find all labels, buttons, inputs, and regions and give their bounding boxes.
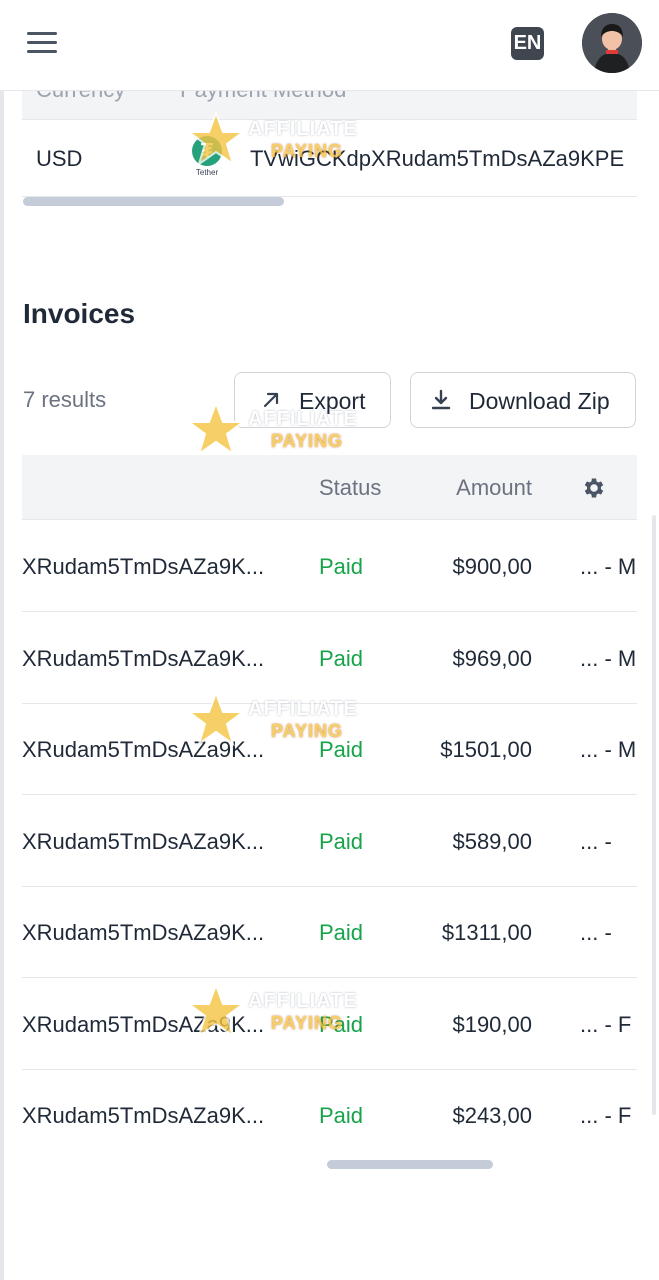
payment-methods-scrollbar[interactable]	[23, 197, 284, 206]
invoice-amount: $1311,00	[441, 920, 532, 945]
invoice-id: XRudam5TmDsAZa9K...	[22, 737, 265, 762]
invoice-date: ... -	[580, 829, 612, 854]
invoices-table-scrollbar[interactable]	[327, 1160, 493, 1169]
invoice-status: Paid	[319, 737, 364, 762]
invoices-table-header: Status Amount	[22, 455, 637, 520]
invoice-date: ... - M	[580, 737, 637, 762]
column-currency: Currency	[36, 91, 125, 103]
hamburger-menu-icon[interactable]	[27, 32, 57, 54]
results-count: 7 results	[23, 387, 107, 412]
column-status[interactable]: Status	[319, 475, 381, 501]
invoice-id: XRudam5TmDsAZa9K...	[22, 554, 265, 579]
table-row[interactable]: XRudam5TmDsAZa9K... Paid $969,00 ... - M	[22, 612, 637, 704]
payment-address: TVwiGCKdpXRudam5TmDsAZa9KPE	[250, 146, 625, 171]
invoice-status: Paid	[319, 1103, 364, 1128]
invoice-amount: $1501,00	[440, 737, 532, 762]
invoices-title: Invoices	[23, 298, 136, 329]
table-row[interactable]: XRudam5TmDsAZa9K... Paid $190,00 ... - F	[22, 978, 637, 1070]
tether-logo-text: Tether	[195, 168, 219, 177]
payment-method-row: USD ₮ Tether TVwiGCKdpXRudam5TmDsAZa9KPE	[22, 120, 637, 197]
download-icon	[431, 389, 451, 410]
page-scrollbar[interactable]	[652, 515, 656, 1115]
table-row[interactable]: XRudam5TmDsAZa9K... Paid $1311,00 ... -	[22, 886, 637, 978]
invoice-id: XRudam5TmDsAZa9K...	[22, 920, 265, 945]
invoice-id: XRudam5TmDsAZa9K...	[22, 829, 265, 854]
top-bar: EN	[0, 0, 659, 91]
export-button[interactable]: Export	[234, 372, 391, 428]
user-avatar-icon	[582, 13, 642, 73]
payment-methods-header: Currency Payment Method	[22, 91, 637, 120]
invoice-date: ... - F	[580, 1103, 632, 1128]
invoice-status: Paid	[319, 1012, 364, 1037]
invoice-amount: $900,00	[452, 554, 532, 579]
invoice-id: XRudam5TmDsAZa9K...	[22, 646, 265, 671]
column-amount[interactable]: Amount	[456, 475, 532, 501]
gear-icon[interactable]	[581, 475, 607, 501]
invoice-amount: $243,00	[452, 1103, 532, 1128]
invoice-status: Paid	[319, 829, 364, 854]
table-row[interactable]: XRudam5TmDsAZa9K... Paid $589,00 ... -	[22, 795, 637, 887]
invoice-id: XRudam5TmDsAZa9K...	[22, 1103, 265, 1128]
arrow-up-right-icon	[263, 392, 279, 408]
invoice-date: ... -	[580, 920, 612, 945]
download-zip-button[interactable]: Download Zip	[410, 372, 636, 428]
invoice-amount: $589,00	[452, 829, 532, 854]
invoice-amount: $190,00	[452, 1012, 532, 1037]
user-avatar[interactable]	[582, 13, 642, 73]
export-label: Export	[299, 388, 366, 414]
watermark-line2: PAYING	[271, 431, 344, 451]
invoice-date: ... - M	[580, 646, 637, 671]
invoices-table: Status Amount XRudam5TmDsAZa9K... Paid $…	[22, 455, 637, 1160]
invoice-status: Paid	[319, 554, 364, 579]
invoice-amount: $969,00	[452, 646, 532, 671]
column-payment-method: Payment Method	[180, 91, 346, 103]
tether-icon: ₮ Tether	[190, 136, 224, 184]
table-row[interactable]: XRudam5TmDsAZa9K... Paid $900,00 ... - M	[22, 520, 637, 612]
table-row[interactable]: XRudam5TmDsAZa9K... Paid $243,00 ... - F	[22, 1069, 637, 1160]
left-edge	[0, 0, 4, 1280]
invoice-date: ... - M	[580, 554, 637, 579]
download-zip-label: Download Zip	[469, 388, 610, 414]
invoice-status: Paid	[319, 646, 364, 671]
invoice-status: Paid	[319, 920, 364, 945]
invoice-id: XRudam5TmDsAZa9K...	[22, 1012, 265, 1037]
invoice-date: ... - F	[580, 1012, 632, 1037]
table-row[interactable]: XRudam5TmDsAZa9K... Paid $1501,00 ... - …	[22, 703, 637, 795]
payment-currency: USD	[36, 146, 83, 171]
language-selector[interactable]: EN	[511, 27, 544, 60]
